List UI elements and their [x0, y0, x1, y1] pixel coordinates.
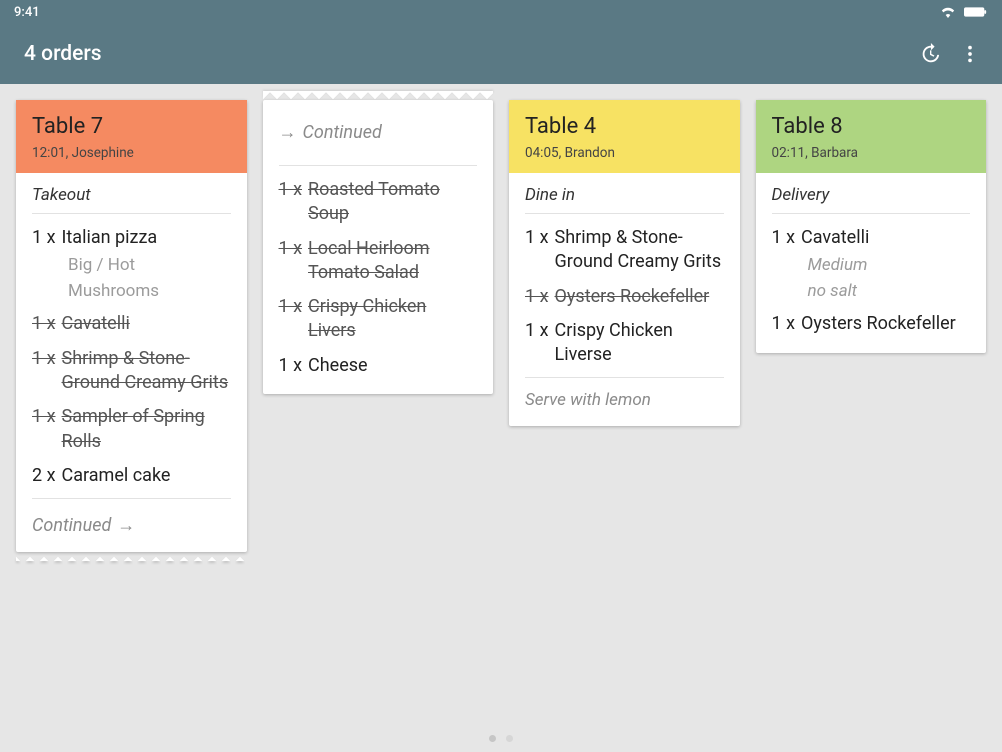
order-line[interactable]: 1 xCrispy Chicken Liverse — [525, 319, 724, 368]
order-header: Table 4 04:05, Brandon — [509, 100, 740, 173]
order-type: Delivery — [772, 185, 971, 205]
order-line-modifier: Mushrooms — [68, 280, 231, 302]
order-line-dish: Cavatelli — [62, 312, 231, 336]
order-line[interactable]: 1 xRoasted Tomato Soup — [279, 178, 478, 227]
order-line-dish: Oysters Rockefeller — [555, 285, 724, 309]
order-line[interactable]: 1 xShrimp & Stone-Ground Creamy Grits — [525, 226, 724, 275]
page-dot — [506, 735, 513, 742]
order-header: Table 7 12:01, Josephine — [16, 100, 247, 173]
order-line-qty: 1 x — [279, 237, 303, 286]
order-line-modifier: no salt — [808, 280, 971, 302]
order-line-qty: 1 x — [525, 226, 549, 275]
page-dot — [489, 735, 496, 742]
order-line-dish: Shrimp & Stone-Ground Creamy Grits — [555, 226, 724, 275]
continued-top-label: → Continued — [263, 100, 494, 147]
order-line-dish: Oysters Rockefeller — [801, 312, 970, 336]
order-line-qty: 1 x — [525, 285, 549, 309]
order-line-qty: 1 x — [279, 354, 303, 378]
order-note: Serve with lemon — [525, 390, 724, 410]
order-line-qty: 1 x — [772, 312, 796, 336]
order-line-qty: 1 x — [279, 178, 303, 227]
order-header: Table 8 02:11, Barbara — [756, 100, 987, 173]
order-body: Dine in1 xShrimp & Stone-Ground Creamy G… — [509, 173, 740, 426]
order-title: Table 8 — [772, 114, 971, 139]
order-line[interactable]: 1 xCheese — [279, 354, 478, 378]
order-body: 1 xRoasted Tomato Soup1 xLocal Heirloom … — [263, 147, 494, 394]
order-subtitle: 02:11, Barbara — [772, 145, 971, 161]
status-bar: 9:41 — [0, 0, 1002, 24]
order-title: Table 7 — [32, 114, 231, 139]
order-body: Takeout1 xItalian pizzaBig / HotMushroom… — [16, 173, 247, 552]
orders-board: Table 712:01, JosephineTakeout1 xItalian… — [0, 84, 1002, 568]
order-line-dish: Caramel cake — [62, 464, 231, 488]
order-line[interactable]: 1 xOysters Rockefeller — [525, 285, 724, 309]
order-line[interactable]: 1 xLocal Heirloom Tomato Salad — [279, 237, 478, 286]
order-line-dish: Crispy Chicken Liverse — [555, 319, 724, 368]
order-line-dish: Sampler of Spring Rolls — [62, 405, 231, 454]
order-line-qty: 1 x — [279, 295, 303, 344]
arrow-right-icon: → — [117, 515, 135, 536]
order-card[interactable]: Table 404:05, BrandonDine in1 xShrimp & … — [509, 100, 740, 426]
page-indicator — [0, 735, 1002, 742]
battery-icon — [964, 6, 988, 18]
order-line[interactable]: 1 xCavatelli — [772, 226, 971, 250]
order-line[interactable]: 1 xOysters Rockefeller — [772, 312, 971, 336]
arrow-right-icon: → — [279, 122, 297, 143]
order-subtitle: 04:05, Brandon — [525, 145, 724, 161]
wifi-icon — [940, 6, 956, 18]
order-title: Table 4 — [525, 114, 724, 139]
order-line-qty: 1 x — [32, 226, 56, 250]
order-line-qty: 1 x — [32, 312, 56, 336]
order-line-dish: Crispy Chicken Livers — [308, 295, 477, 344]
order-line-dish: Cavatelli — [801, 226, 970, 250]
order-line[interactable]: 1 xCavatelli — [32, 312, 231, 336]
page-title: 4 orders — [24, 42, 910, 66]
order-body: Delivery1 xCavatelliMediumno salt1 xOyst… — [756, 173, 987, 353]
order-line[interactable]: 1 xSampler of Spring Rolls — [32, 405, 231, 454]
status-time: 9:41 — [14, 5, 40, 20]
order-type: Dine in — [525, 185, 724, 205]
order-line-dish: Italian pizza — [62, 226, 231, 250]
overflow-menu-button[interactable] — [950, 34, 990, 74]
order-line[interactable]: 1 xItalian pizza — [32, 226, 231, 250]
order-line-dish: Shrimp & Stone-Ground Creamy Grits — [62, 347, 231, 396]
order-line-dish: Roasted Tomato Soup — [308, 178, 477, 227]
order-line-modifier: Medium — [808, 254, 971, 276]
continued-bottom-label: Continued → — [32, 515, 231, 536]
history-button[interactable] — [910, 34, 950, 74]
order-subtitle: 12:01, Josephine — [32, 145, 231, 161]
order-line-dish: Local Heirloom Tomato Salad — [308, 237, 477, 286]
order-line-qty: 1 x — [32, 405, 56, 454]
order-type: Takeout — [32, 185, 231, 205]
order-line-dish: Cheese — [308, 354, 477, 378]
order-line-qty: 2 x — [32, 464, 56, 488]
order-card[interactable]: → Continued1 xRoasted Tomato Soup1 xLoca… — [263, 100, 494, 394]
app-bar: 4 orders — [0, 24, 1002, 84]
order-line-modifier: Big / Hot — [68, 254, 231, 276]
order-line[interactable]: 1 xCrispy Chicken Livers — [279, 295, 478, 344]
order-card[interactable]: Table 712:01, JosephineTakeout1 xItalian… — [16, 100, 247, 552]
order-line[interactable]: 2 xCaramel cake — [32, 464, 231, 488]
order-card[interactable]: Table 802:11, BarbaraDelivery1 xCavatell… — [756, 100, 987, 353]
order-line-qty: 1 x — [525, 319, 549, 368]
order-line[interactable]: 1 xShrimp & Stone-Ground Creamy Grits — [32, 347, 231, 396]
order-line-qty: 1 x — [32, 347, 56, 396]
order-line-qty: 1 x — [772, 226, 796, 250]
